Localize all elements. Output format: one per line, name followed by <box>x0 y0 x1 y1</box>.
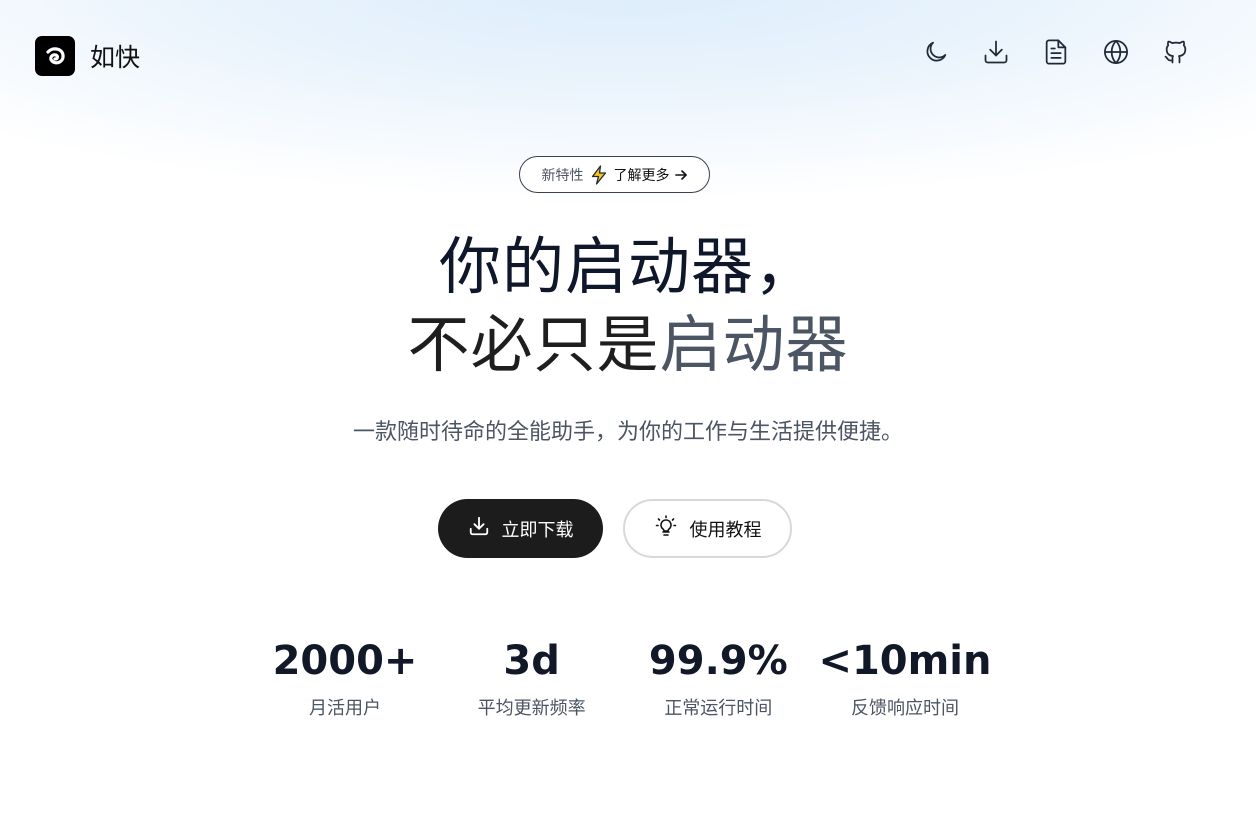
headline-line-2: 不必只是启动器 <box>0 306 1256 384</box>
stat-response-time: <10min 反馈响应时间 <box>815 638 995 720</box>
stat-label: 月活用户 <box>309 698 381 719</box>
arrow-right-icon <box>674 168 688 182</box>
lightbulb-icon <box>654 514 678 543</box>
tutorial-button[interactable]: 使用教程 <box>623 499 792 558</box>
download-now-label: 立即下载 <box>501 519 574 541</box>
landing-page: 如快 新特性 了解更多 你的启动器， 不必只是启动器 一款随时待命的全能助手，为… <box>0 0 1256 838</box>
stat-label: 平均更新频率 <box>477 698 586 719</box>
new-feature-pill[interactable]: 新特性 了解更多 <box>519 156 710 193</box>
tutorial-label: 使用教程 <box>689 519 762 541</box>
download-icon <box>468 515 490 542</box>
stat-monthly-users: 2000+ 月活用户 <box>255 638 435 720</box>
moon-icon[interactable] <box>920 36 952 68</box>
headline-line-2-dark: 不必只是 <box>407 308 660 381</box>
stats-row: 2000+ 月活用户 3d 平均更新频率 99.9% 正常运行时间 <10min… <box>255 638 995 720</box>
brand-logo-link[interactable]: 如快 <box>35 36 140 76</box>
stat-value: 3d <box>503 638 560 684</box>
learn-more-label: 了解更多 <box>613 167 670 184</box>
hero-headline: 你的启动器， 不必只是启动器 <box>0 228 1256 384</box>
stat-value: <10min <box>818 638 992 684</box>
header-nav <box>920 36 1192 68</box>
stat-update-frequency: 3d 平均更新频率 <box>442 638 622 720</box>
stat-value: 99.9% <box>648 638 788 684</box>
document-icon[interactable] <box>1040 36 1072 68</box>
stat-label: 正常运行时间 <box>664 698 773 719</box>
headline-line-2-accent: 启动器 <box>659 308 849 381</box>
learn-more-link[interactable]: 了解更多 <box>614 165 688 185</box>
hero-subtitle: 一款随时待命的全能助手，为你的工作与生活提供便捷。 <box>352 420 903 445</box>
stat-uptime: 99.9% 正常运行时间 <box>628 638 808 720</box>
stat-label: 反馈响应时间 <box>850 698 959 719</box>
headline-line-1: 你的启动器， <box>438 230 817 303</box>
stat-value: 2000+ <box>272 638 418 684</box>
new-feature-label: 新特性 <box>541 167 584 184</box>
brand-name: 如快 <box>90 43 141 72</box>
download-now-button[interactable]: 立即下载 <box>438 499 603 558</box>
github-icon[interactable] <box>1160 36 1192 68</box>
globe-icon[interactable] <box>1100 36 1132 68</box>
logo-icon <box>35 36 75 76</box>
download-icon[interactable] <box>980 36 1012 68</box>
lightning-icon <box>590 164 608 185</box>
